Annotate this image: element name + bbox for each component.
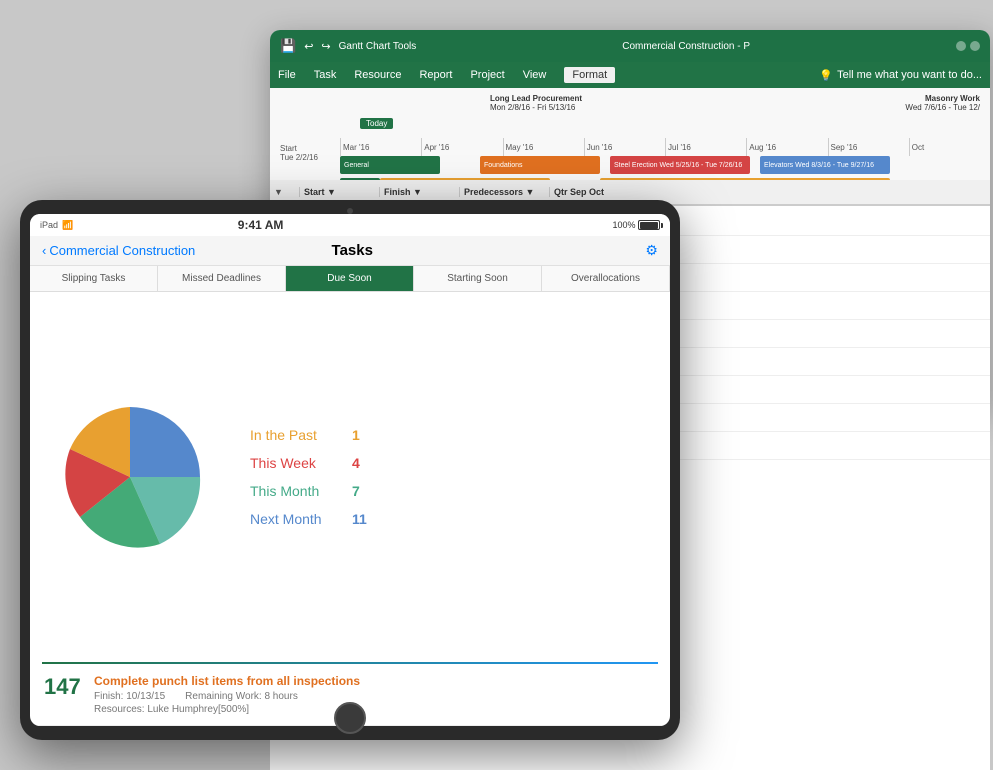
menu-project[interactable]: Project	[470, 69, 504, 81]
undo-icon: ↩	[304, 40, 313, 53]
today-marker: Today	[360, 118, 393, 129]
legend-label-next-month: Next Month	[250, 511, 340, 527]
legend-label-week: This Week	[250, 455, 340, 471]
legend-count-next-month: 11	[352, 511, 367, 527]
save-icon: 💾	[280, 38, 296, 54]
tab-overallocations[interactable]: Overallocations	[542, 266, 670, 291]
chart-section: In the Past 1 This Week 4 This Month 7 N…	[30, 292, 670, 662]
wifi-icon: 📶	[62, 220, 73, 231]
ipad-screen: iPad 📶 9:41 AM 100% ‹ Commercial Constru…	[30, 214, 670, 726]
tools-label: Gantt Chart Tools	[339, 41, 417, 52]
lightbulb-icon: 💡	[819, 69, 833, 82]
start-label: Start Tue 2/2/16	[280, 144, 318, 162]
col-finish-header: Finish ▼	[380, 187, 460, 197]
tab-missed-deadlines[interactable]: Missed Deadlines	[158, 266, 286, 291]
finish-label: Finish: 10/13/15	[94, 691, 165, 702]
timeline-row-1: General Foundations Steel Erection Wed 5…	[340, 156, 990, 176]
menu-format[interactable]: Format	[564, 67, 615, 83]
nav-title: Tasks	[332, 242, 373, 259]
menu-task[interactable]: Task	[314, 69, 337, 81]
legend-item-next-month: Next Month 11	[250, 511, 367, 527]
window-controls	[956, 41, 980, 51]
bar-steel-erection: Steel Erection Wed 5/25/16 - Tue 7/26/16	[610, 156, 750, 174]
window-dot-2	[970, 41, 980, 51]
task-meta: Finish: 10/13/15 Remaining Work: 8 hours	[94, 691, 656, 702]
legend-label-past: In the Past	[250, 427, 340, 443]
chart-legend: In the Past 1 This Week 4 This Month 7 N…	[250, 427, 367, 527]
task-number: 147	[44, 674, 84, 715]
tell-me-box[interactable]: 💡 Tell me what you want to do...	[819, 69, 982, 82]
battery-indicator: 100%	[612, 220, 660, 231]
ipad-device: iPad 📶 9:41 AM 100% ‹ Commercial Constru…	[20, 200, 680, 740]
legend-count-past: 1	[352, 427, 360, 443]
pie-segment-blue	[130, 407, 200, 477]
gantt-titlebar: 💾 ↩ ↪ Gantt Chart Tools Commercial Const…	[270, 30, 990, 62]
menu-file[interactable]: File	[278, 69, 296, 81]
content-area: In the Past 1 This Week 4 This Month 7 N…	[30, 292, 670, 726]
camera-dot	[347, 208, 353, 214]
pie-chart-svg	[50, 397, 210, 557]
redo-icon: ↪	[321, 40, 330, 53]
legend-count-month: 7	[352, 483, 360, 499]
col-qtr-header: Qtr Sep Oct	[550, 187, 990, 197]
bar-general: General	[340, 156, 440, 174]
legend-item-past: In the Past 1	[250, 427, 367, 443]
month-headers: Mar '16 Apr '16 May '16 Jun '16 Jul '16 …	[340, 138, 990, 156]
task-resources: Resources: Luke Humphrey[500%]	[94, 704, 656, 715]
task-title: Complete punch list items from all inspe…	[94, 674, 656, 688]
timeline-title-1: Long Lead Procurement Mon 2/8/16 - Fri 5…	[490, 94, 582, 112]
filter-icon[interactable]: ⚙	[645, 242, 658, 259]
tab-due-soon[interactable]: Due Soon	[286, 266, 414, 291]
col-pred-header: Predecessors ▼	[460, 187, 550, 197]
tab-bar: Slipping Tasks Missed Deadlines Due Soon…	[30, 266, 670, 292]
bar-foundations: Foundations	[480, 156, 600, 174]
legend-count-week: 4	[352, 455, 360, 471]
legend-label-month: This Month	[250, 483, 340, 499]
menu-report[interactable]: Report	[419, 69, 452, 81]
task-details: Complete punch list items from all inspe…	[94, 674, 656, 715]
ipad-home-button[interactable]	[334, 702, 366, 734]
bar-elevators: Elevators Wed 8/3/16 - Tue 9/27/16	[760, 156, 890, 174]
window-dot-1	[956, 41, 966, 51]
remaining-label: Remaining Work: 8 hours	[185, 691, 298, 702]
timeline-title-2: Masonry Work Wed 7/6/16 - Tue 12/	[905, 94, 980, 112]
status-time: 9:41 AM	[238, 218, 284, 232]
tell-me-text: Tell me what you want to do...	[837, 69, 982, 81]
gantt-title: Commercial Construction - P	[622, 41, 750, 52]
gantt-toolbar[interactable]: File Task Resource Report Project View F…	[270, 62, 990, 88]
legend-item-week: This Week 4	[250, 455, 367, 471]
legend-item-month: This Month 7	[250, 483, 367, 499]
ipad-status-bar: iPad 📶 9:41 AM 100%	[30, 214, 670, 236]
back-button[interactable]: ‹ Commercial Construction	[42, 243, 195, 258]
col-start-header: Start ▼	[300, 187, 380, 197]
menu-resource[interactable]: Resource	[354, 69, 401, 81]
menu-view[interactable]: View	[523, 69, 547, 81]
ipad-nav: ‹ Commercial Construction Tasks ⚙	[30, 236, 670, 266]
pie-chart-container	[50, 397, 210, 557]
back-chevron-icon: ‹	[42, 243, 46, 258]
col-arrow: ▼	[270, 187, 300, 197]
back-label: Commercial Construction	[49, 243, 195, 258]
tab-starting-soon[interactable]: Starting Soon	[414, 266, 542, 291]
tab-slipping-tasks[interactable]: Slipping Tasks	[30, 266, 158, 291]
ipad-label: iPad	[40, 220, 58, 230]
